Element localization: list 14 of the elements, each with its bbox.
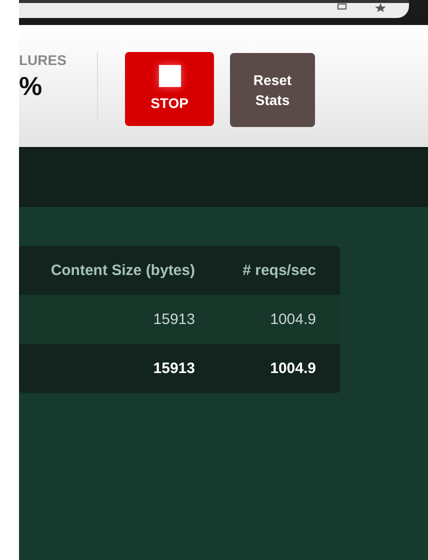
column-header: # reqs/sec <box>242 262 316 279</box>
screen-icon[interactable] <box>337 3 347 11</box>
reset-button[interactable]: Reset Stats <box>230 53 315 127</box>
stop-icon <box>158 65 180 87</box>
table-cell-text: 1004.9 <box>269 311 316 328</box>
total-cell-text: 1004.9 <box>269 360 316 377</box>
stat-label: LURES <box>19 52 68 68</box>
table-cell-text: 15913 <box>152 311 195 328</box>
star-icon[interactable] <box>375 3 386 12</box>
stat-value: % <box>19 71 44 102</box>
stop-button[interactable]: STOP <box>125 52 214 126</box>
total-cell-text: 15913 <box>152 360 195 377</box>
address-bar[interactable] <box>19 0 409 18</box>
column-header: Content Size (bytes) <box>50 262 195 279</box>
